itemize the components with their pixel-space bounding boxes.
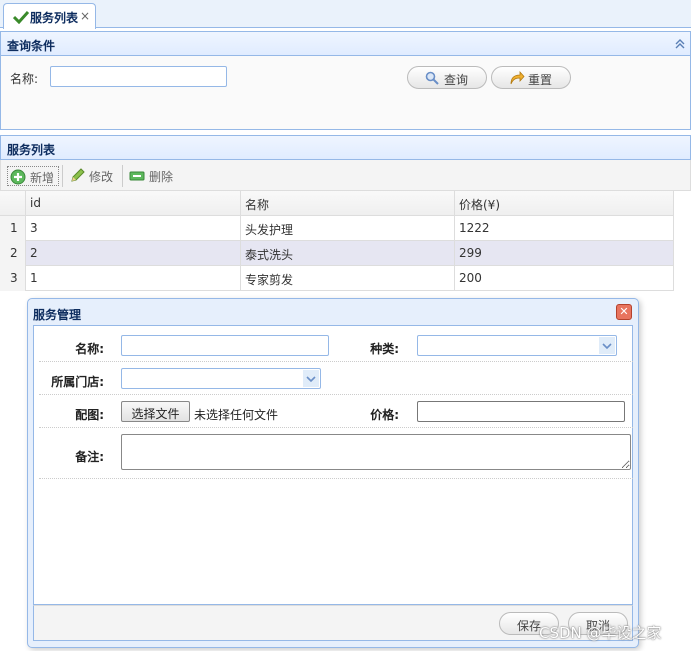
- column-header-name[interactable]: 名称: [241, 191, 455, 216]
- cell-price: 200: [455, 266, 674, 291]
- add-icon: [10, 169, 26, 185]
- image-label: 配图:: [75, 408, 104, 422]
- search-button[interactable]: 查询: [407, 66, 487, 89]
- collapse-icon[interactable]: [674, 38, 686, 50]
- edit-button[interactable]: 修改: [67, 166, 117, 186]
- search-icon: [425, 71, 439, 85]
- query-panel-body: 名称: 查询 重置: [0, 56, 691, 130]
- form-divider: [39, 427, 633, 428]
- cell-price: 1222: [455, 216, 674, 241]
- cell-id: 2: [26, 241, 241, 266]
- query-name-input[interactable]: [50, 66, 227, 87]
- category-select[interactable]: [417, 335, 617, 356]
- minus-icon: [129, 171, 145, 181]
- store-label: 所属门店:: [51, 375, 104, 389]
- edit-button-label: 修改: [89, 170, 114, 184]
- delete-button-label: 删除: [149, 170, 174, 184]
- query-name-label: 名称:: [10, 72, 39, 86]
- add-button-label: 新增: [30, 171, 55, 185]
- cell-name: 泰式洗头: [241, 241, 455, 266]
- reset-arrow-icon: [510, 70, 525, 85]
- toolbar-divider: [62, 165, 63, 187]
- tab-close-icon[interactable]: ×: [80, 9, 90, 23]
- cell-id: 3: [26, 216, 241, 241]
- table-row[interactable]: 2 2 泰式洗头 299: [0, 241, 674, 266]
- chevron-down-icon: [599, 337, 615, 354]
- cell-id: 1: [26, 266, 241, 291]
- chevron-down-icon: [303, 370, 319, 387]
- no-file-text: 未选择任何文件: [194, 408, 279, 422]
- row-number-header: [0, 191, 26, 216]
- table-header-row: id 名称 价格(¥): [0, 191, 674, 216]
- reset-button-label: 重置: [527, 73, 552, 87]
- price-label: 价格:: [370, 408, 399, 422]
- toolbar-divider: [122, 165, 123, 187]
- search-button-label: 查询: [443, 73, 468, 87]
- query-panel-title: 查询条件: [7, 39, 56, 53]
- cell-name: 头发护理: [241, 216, 455, 241]
- form-divider: [39, 361, 633, 362]
- watermark-text: CSDN @毕设之家: [539, 624, 662, 642]
- note-label: 备注:: [75, 450, 104, 464]
- query-panel-header: 查询条件: [0, 31, 691, 56]
- row-number: 2: [0, 241, 26, 266]
- column-header-id[interactable]: id: [26, 191, 241, 216]
- dialog-title: 服务管理: [33, 308, 82, 322]
- table-row[interactable]: 3 1 专家剪发 200: [0, 266, 674, 291]
- row-number: 1: [0, 216, 26, 241]
- choose-file-button[interactable]: 选择文件: [121, 401, 190, 422]
- cell-name: 专家剪发: [241, 266, 455, 291]
- cell-price: 299: [455, 241, 674, 266]
- add-button[interactable]: 新增: [7, 166, 60, 186]
- check-icon: [13, 10, 29, 24]
- list-panel-title: 服务列表: [7, 143, 56, 157]
- delete-button[interactable]: 删除: [127, 166, 177, 186]
- tab-service-list[interactable]: 服务列表 ×: [3, 3, 96, 29]
- column-header-price[interactable]: 价格(¥): [455, 191, 674, 216]
- form-divider: [39, 394, 633, 395]
- table-row[interactable]: 1 3 头发护理 1222: [0, 216, 674, 241]
- pencil-icon: [71, 168, 85, 182]
- dialog-form: 名称: 种类: 所属门店: 配图: 选择文件 未选择任何文件 价格: 备注:: [33, 325, 633, 605]
- category-label: 种类:: [370, 342, 399, 356]
- row-number: 3: [0, 266, 26, 291]
- reset-button[interactable]: 重置: [491, 66, 571, 89]
- price-input[interactable]: [417, 401, 625, 422]
- service-manage-dialog: 服务管理 ✕ 名称: 种类: 所属门店: 配图: 选择文件 未选择任何文件 价格…: [27, 298, 639, 648]
- note-textarea[interactable]: [121, 434, 631, 470]
- store-select[interactable]: [121, 368, 321, 389]
- form-divider: [39, 478, 633, 479]
- name-label: 名称:: [75, 342, 104, 356]
- name-input[interactable]: [121, 335, 329, 356]
- tab-label: 服务列表: [30, 11, 79, 25]
- tab-bar: 服务列表 ×: [0, 0, 691, 29]
- list-panel-header: 服务列表: [0, 135, 691, 160]
- list-toolbar: 新增 修改 删除: [0, 160, 691, 191]
- dialog-close-icon[interactable]: ✕: [616, 304, 632, 320]
